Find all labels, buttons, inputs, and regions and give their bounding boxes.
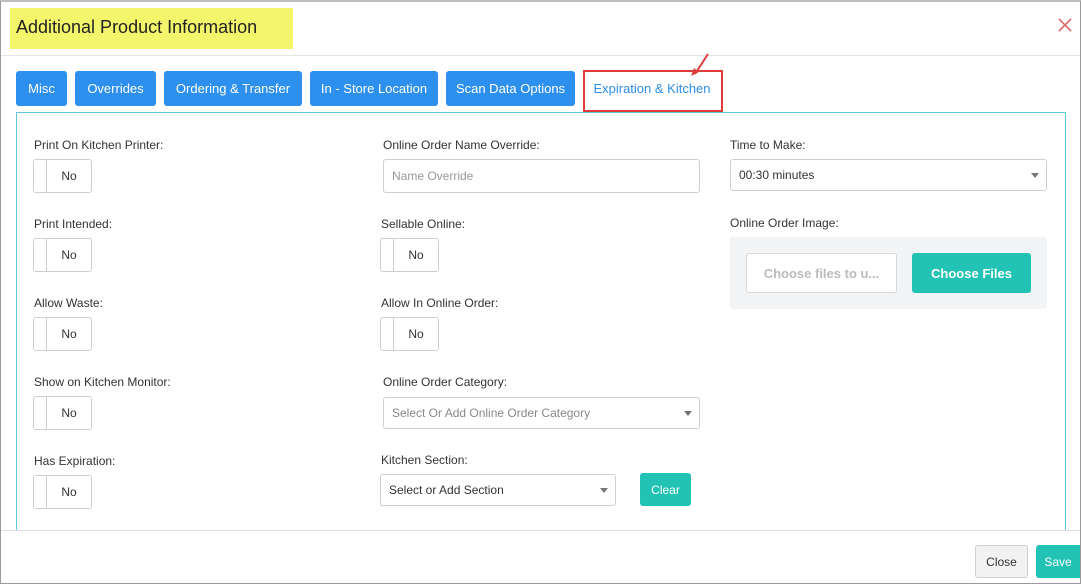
online-order-category-label: Online Order Category: <box>383 375 508 389</box>
tab-expiration-kitchen[interactable]: Expiration & Kitchen <box>586 71 718 106</box>
clear-section-button[interactable]: Clear <box>640 473 691 506</box>
modal-header: Additional Product Information <box>1 2 1080 56</box>
toggle-knob <box>34 160 47 192</box>
close-button[interactable]: Close <box>975 545 1028 578</box>
toggle-value: No <box>61 327 77 341</box>
toggle-knob <box>34 239 47 271</box>
choose-files-button[interactable]: Choose Files <box>912 253 1031 293</box>
select-placeholder: Select or Add Section <box>389 483 504 497</box>
select-value: 00:30 minutes <box>739 168 815 182</box>
online-order-image-label: Online Order Image: <box>730 216 839 230</box>
file-upload-area: Choose files to u... Choose Files <box>730 237 1047 309</box>
modal-title: Additional Product Information <box>16 17 258 37</box>
chevron-down-icon <box>684 411 692 416</box>
toggle-value: No <box>61 248 77 262</box>
tab-misc[interactable]: Misc <box>16 71 67 106</box>
toggle-knob <box>34 476 47 508</box>
online-name-override-label: Online Order Name Override: <box>383 138 540 152</box>
toggle-knob <box>381 239 394 271</box>
kitchen-section-label: Kitchen Section: <box>381 453 468 467</box>
toggle-value: No <box>61 169 77 183</box>
has-expiration-toggle[interactable]: No <box>33 475 92 509</box>
allow-waste-label: Allow Waste: <box>34 296 103 310</box>
print-intended-label: Print Intended: <box>34 217 113 231</box>
sellable-online-label: Sellable Online: <box>381 217 466 231</box>
show-kitchen-monitor-label: Show on Kitchen Monitor: <box>34 375 171 389</box>
sellable-online-toggle[interactable]: No <box>380 238 439 272</box>
chevron-down-icon <box>1031 173 1039 178</box>
modal-footer <box>1 530 1080 584</box>
file-name-display[interactable]: Choose files to u... <box>746 253 897 293</box>
modal-dialog: Additional Product Information Misc Over… <box>0 0 1081 584</box>
tab-in-store-location[interactable]: In - Store Location <box>310 71 438 106</box>
toggle-value: No <box>408 248 424 262</box>
print-kitchen-printer-toggle[interactable]: No <box>33 159 92 193</box>
online-name-override-input[interactable] <box>383 159 700 193</box>
save-button[interactable]: Save <box>1036 545 1080 578</box>
allow-waste-toggle[interactable]: No <box>33 317 92 351</box>
select-placeholder: Select Or Add Online Order Category <box>392 406 591 420</box>
toggle-value: No <box>408 327 424 341</box>
allow-online-order-toggle[interactable]: No <box>380 317 439 351</box>
close-icon[interactable] <box>1056 16 1074 34</box>
show-kitchen-monitor-toggle[interactable]: No <box>33 396 92 430</box>
toggle-knob <box>381 318 394 350</box>
print-kitchen-printer-label: Print On Kitchen Printer: <box>34 138 164 152</box>
kitchen-section-select[interactable]: Select or Add Section <box>380 474 616 506</box>
toggle-knob <box>34 397 47 429</box>
allow-online-order-label: Allow In Online Order: <box>381 296 499 310</box>
online-order-category-select[interactable]: Select Or Add Online Order Category <box>383 397 700 429</box>
tab-overrides[interactable]: Overrides <box>75 71 156 106</box>
has-expiration-label: Has Expiration: <box>34 454 116 468</box>
toggle-value: No <box>61 485 77 499</box>
time-to-make-label: Time to Make: <box>730 138 806 152</box>
print-intended-toggle[interactable]: No <box>33 238 92 272</box>
tab-ordering-transfer[interactable]: Ordering & Transfer <box>164 71 302 106</box>
toggle-knob <box>34 318 47 350</box>
time-to-make-select[interactable]: 00:30 minutes <box>730 159 1047 191</box>
chevron-down-icon <box>600 488 608 493</box>
toggle-value: No <box>61 406 77 420</box>
tab-scan-data-options[interactable]: Scan Data Options <box>446 71 575 106</box>
